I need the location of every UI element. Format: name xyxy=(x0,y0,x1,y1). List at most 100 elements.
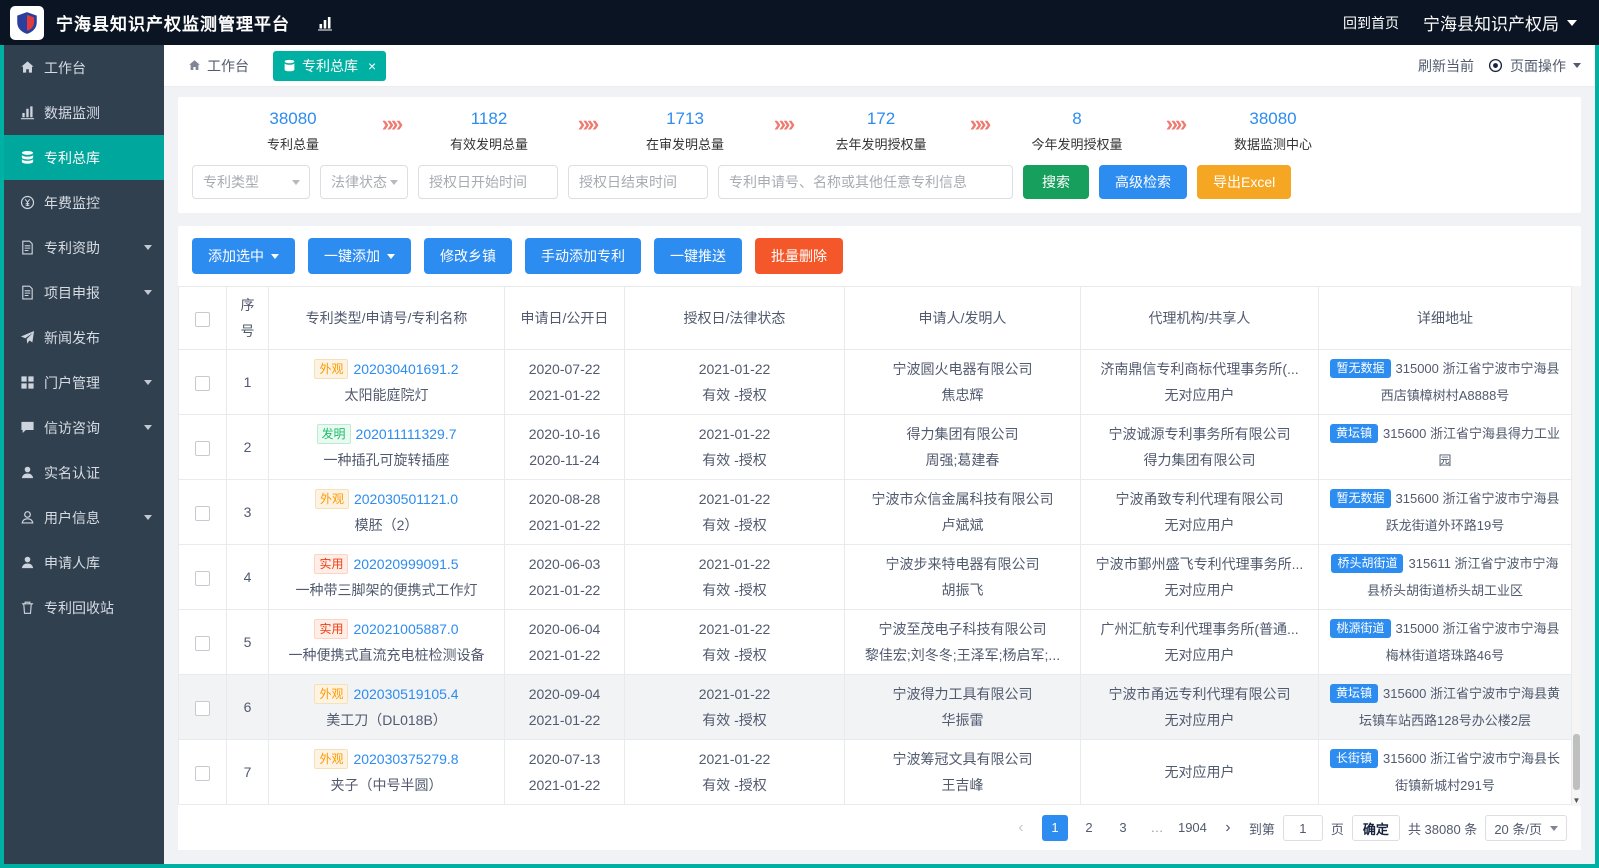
select-all-checkbox[interactable] xyxy=(195,312,210,327)
col-header-address: 详细地址 xyxy=(1319,287,1572,350)
one-click-add-button[interactable]: 一键添加 xyxy=(308,238,411,274)
sidebar: 工作台 数据监测 专利总库 年费监控 专利资助 项目申报 xyxy=(4,45,164,864)
grant-date: 2021-01-22 xyxy=(633,356,836,382)
applicant: 宁波得力工具有限公司 xyxy=(853,681,1072,707)
grant-start-date-input[interactable] xyxy=(418,165,558,199)
row-checkbox[interactable] xyxy=(195,766,210,781)
sidebar-item-workbench[interactable]: 工作台 xyxy=(4,45,164,90)
batch-delete-button[interactable]: 批量删除 xyxy=(755,238,843,274)
page-ops-label: 页面操作 xyxy=(1510,56,1566,76)
row-checkbox[interactable] xyxy=(195,636,210,651)
page-ops-dropdown[interactable]: 页面操作 xyxy=(1488,56,1581,76)
legal-status-select[interactable]: 法律状态 xyxy=(320,165,408,199)
stat-thisyear-grants[interactable]: 8 今年发明授权量 xyxy=(1002,109,1152,153)
publication-date: 2021-01-22 xyxy=(513,707,616,733)
back-home-link[interactable]: 回到首页 xyxy=(1343,13,1399,33)
goto-page-input[interactable] xyxy=(1283,815,1323,841)
agency: 宁波诚源专利事务所有限公司 xyxy=(1089,421,1310,447)
sidebar-item-realname[interactable]: 实名认证 xyxy=(4,450,164,495)
sidebar-item-data-monitor[interactable]: 数据监测 xyxy=(4,90,164,135)
modify-town-button[interactable]: 修改乡镇 xyxy=(424,238,512,274)
page-button[interactable]: 3 xyxy=(1110,815,1136,841)
page-size-select[interactable]: 20 条/页 xyxy=(1485,815,1567,841)
col-header-dates: 申请日/公开日 xyxy=(505,287,625,350)
patent-type-badge: 发明 xyxy=(317,424,351,444)
patent-type-badge: 实用 xyxy=(314,554,348,574)
application-number-link[interactable]: 202030501121.0 xyxy=(354,491,458,507)
content-tabs: 工作台 专利总库 × 刷新当前 页面操作 xyxy=(164,45,1595,87)
stat-lastyear-grants[interactable]: 172 去年发明授权量 xyxy=(806,109,956,153)
stat-valid-inventions[interactable]: 1182 有效发明总量 xyxy=(414,109,564,153)
stat-total-patents[interactable]: 38080 专利总量 xyxy=(218,109,368,153)
export-excel-button[interactable]: 导出Excel xyxy=(1197,165,1291,199)
town-badge: 桃源街道 xyxy=(1330,619,1390,638)
application-number-link[interactable]: 202020999091.5 xyxy=(353,556,458,572)
sidebar-item-user-info[interactable]: 用户信息 xyxy=(4,495,164,540)
next-page-button[interactable]: › xyxy=(1215,815,1241,841)
patent-name: 太阳能庭院灯 xyxy=(277,382,496,408)
prev-page-button[interactable]: ‹ xyxy=(1008,815,1034,841)
sidebar-item-label: 专利总库 xyxy=(44,148,100,168)
user-icon xyxy=(19,465,35,481)
page-button[interactable]: 1904 xyxy=(1178,815,1207,841)
tab-patent-db[interactable]: 专利总库 × xyxy=(273,51,386,81)
refresh-current-button[interactable]: 刷新当前 xyxy=(1418,56,1474,76)
stat-pending-inventions[interactable]: 1713 在审发明总量 xyxy=(610,109,760,153)
agency: 宁波市甬远专利代理有限公司 xyxy=(1089,681,1310,707)
inventors: 焦忠辉 xyxy=(853,382,1072,408)
scroll-down-arrow[interactable]: ▼ xyxy=(1572,796,1581,805)
tab-workbench[interactable]: 工作台 xyxy=(178,51,259,81)
sidebar-item-applicant-db[interactable]: 申请人库 xyxy=(4,540,164,585)
sidebar-item-recycle[interactable]: 专利回收站 xyxy=(4,585,164,630)
org-name: 宁海县知识产权局 xyxy=(1423,10,1559,35)
patent-name: 一种便携式直流充电桩检测设备 xyxy=(277,642,496,668)
close-icon[interactable]: × xyxy=(368,59,376,73)
town-badge: 长街镇 xyxy=(1330,749,1378,768)
inventors: 黎佳宏;刘冬冬;王泽军;杨启军;... xyxy=(853,642,1072,668)
manual-add-patent-button[interactable]: 手动添加专利 xyxy=(525,238,641,274)
stats-filter-panel: 38080 专利总量 »» 1182 有效发明总量 »» 1713 在审发明总量 xyxy=(178,97,1581,213)
agency: 宁波市鄞州盛飞专利代理事务所... xyxy=(1089,551,1310,577)
sidebar-item-portal[interactable]: 门户管理 xyxy=(4,360,164,405)
application-number-link[interactable]: 202021005887.0 xyxy=(353,621,458,637)
sidebar-item-label: 专利资助 xyxy=(44,238,100,258)
sidebar-item-patent-subsidy[interactable]: 专利资助 xyxy=(4,225,164,270)
grant-date: 2021-01-22 xyxy=(633,486,836,512)
goto-confirm-button[interactable]: 确定 xyxy=(1352,815,1400,841)
row-checkbox[interactable] xyxy=(195,441,210,456)
user-icon xyxy=(19,510,35,526)
patent-type-select[interactable]: 专利类型 xyxy=(192,165,310,199)
application-number-link[interactable]: 202030375279.8 xyxy=(353,751,458,767)
scrollbar-thumb[interactable] xyxy=(1573,734,1580,790)
application-date: 2020-07-13 xyxy=(513,746,616,772)
sidebar-item-petition[interactable]: 信访咨询 xyxy=(4,405,164,450)
sidebar-item-patent-db[interactable]: 专利总库 xyxy=(4,135,164,180)
table-panel: 添加选中 一键添加 修改乡镇 手动添加专利 xyxy=(178,226,1581,850)
stat-data-center[interactable]: 38080 数据监测中心 xyxy=(1198,109,1348,153)
one-click-push-button[interactable]: 一键推送 xyxy=(654,238,742,274)
application-number-link[interactable]: 202011111329.7 xyxy=(356,426,457,442)
table-row: 5 实用202021005887.0 一种便携式直流充电桩检测设备 2020-0… xyxy=(179,610,1572,675)
town-badge: 黄坛镇 xyxy=(1330,424,1378,443)
add-selected-button[interactable]: 添加选中 xyxy=(192,238,295,274)
sidebar-item-label: 新闻发布 xyxy=(44,328,100,348)
sidebar-item-project-apply[interactable]: 项目申报 xyxy=(4,270,164,315)
advanced-search-button[interactable]: 高级检索 xyxy=(1099,165,1187,199)
page-button[interactable]: 1 xyxy=(1042,815,1068,841)
row-checkbox[interactable] xyxy=(195,506,210,521)
row-checkbox[interactable] xyxy=(195,376,210,391)
sidebar-item-annual-fee[interactable]: 年费监控 xyxy=(4,180,164,225)
legal-status: 有效 -授权 xyxy=(633,707,836,733)
patent-name: 美工刀（DL018B） xyxy=(277,707,496,733)
bar-chart-icon xyxy=(316,15,334,31)
grant-end-date-input[interactable] xyxy=(568,165,708,199)
application-number-link[interactable]: 202030519105.4 xyxy=(353,686,458,702)
application-number-link[interactable]: 202030401691.2 xyxy=(353,361,458,377)
row-checkbox[interactable] xyxy=(195,571,210,586)
row-checkbox[interactable] xyxy=(195,701,210,716)
keyword-search-input[interactable] xyxy=(718,165,1013,199)
page-button[interactable]: 2 xyxy=(1076,815,1102,841)
sidebar-item-news[interactable]: 新闻发布 xyxy=(4,315,164,360)
org-dropdown[interactable]: 宁海县知识产权局 xyxy=(1423,10,1577,35)
search-button[interactable]: 搜索 xyxy=(1023,165,1089,199)
